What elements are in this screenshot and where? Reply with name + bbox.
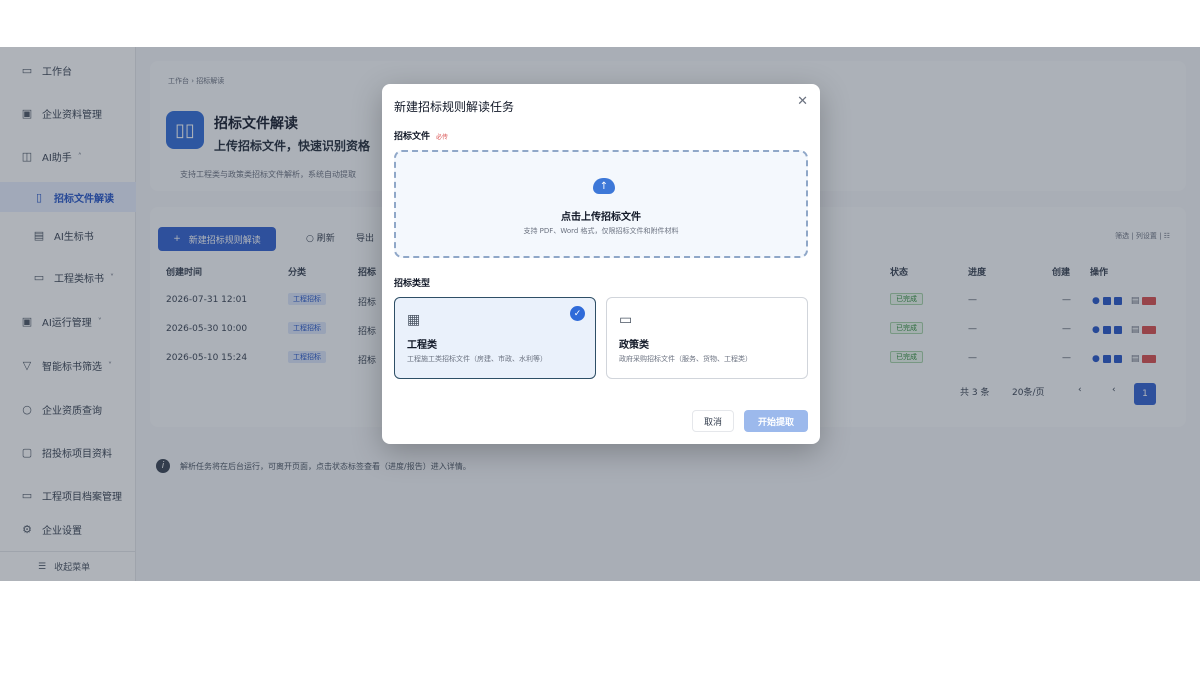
upload-hint-text: 支持 PDF、Word 格式，仅限招标文件和附件材料 [523, 227, 679, 235]
file-label: 招标文件 [394, 132, 431, 142]
cloud-upload-icon: ↑ [593, 178, 615, 194]
type-option-desc: 工程施工类招标文件（房建、市政、水利等） [407, 355, 547, 363]
type-option-name: 政策类 [619, 340, 649, 351]
type-option-name: 工程类 [407, 340, 437, 351]
cancel-button[interactable]: 取消 [692, 410, 734, 432]
new-task-dialog: 新建招标规则解读任务 ✕ 招标文件 必传 ↑ 点击上传招标文件 支持 PDF、Wo… [382, 84, 820, 444]
folder-icon: ▭ [619, 312, 633, 328]
upload-dropzone[interactable]: ↑ 点击上传招标文件 支持 PDF、Word 格式，仅限招标文件和附件材料 [394, 150, 808, 258]
check-icon: ✓ [570, 306, 585, 321]
type-option-desc: 政府采购招标文件（服务、货物、工程类） [619, 355, 752, 363]
upload-main-text: 点击上传招标文件 [561, 212, 641, 223]
dialog-title: 新建招标规则解读任务 [394, 100, 515, 114]
file-section-label: 招标文件 必传 [394, 129, 448, 142]
type-section-label: 招标类型 [394, 279, 431, 289]
close-icon[interactable]: ✕ [797, 94, 808, 109]
start-extract-button[interactable]: 开始提取 [744, 410, 808, 432]
type-option-engineering[interactable]: ▦ ✓ 工程类 工程施工类招标文件（房建、市政、水利等） [394, 297, 596, 379]
type-option-policy[interactable]: ▭ 政策类 政府采购招标文件（服务、货物、工程类） [606, 297, 808, 379]
building-icon: ▦ [407, 312, 421, 328]
required-marker: 必传 [436, 134, 449, 141]
